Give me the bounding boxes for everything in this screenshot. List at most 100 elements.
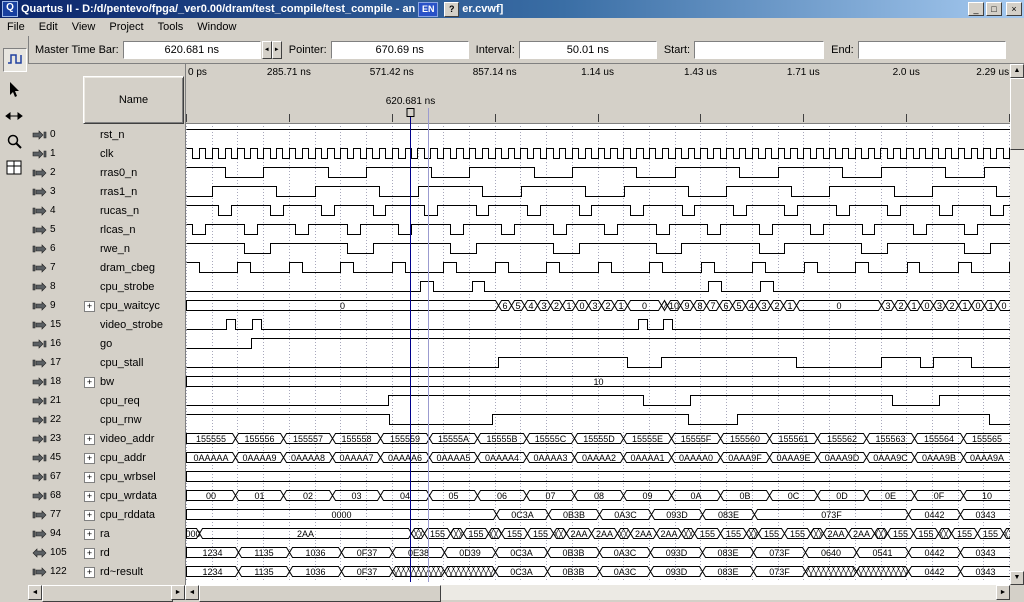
svg-text:155555: 155555 (196, 434, 226, 444)
menu-item-file[interactable]: File (0, 19, 32, 35)
signal-row-cpu_stall[interactable]: 17cpu_stall (28, 354, 185, 373)
expand-button[interactable]: + (84, 567, 95, 578)
signal-row-go[interactable]: 16go (28, 335, 185, 354)
signal-row-cpu_waitcyc[interactable]: 9+cpu_waitcyc (28, 297, 185, 316)
expand-button[interactable]: + (84, 377, 95, 388)
svg-text:0D39: 0D39 (459, 548, 481, 558)
svg-text:2AA: 2AA (827, 529, 844, 539)
wave-scroll-thumb[interactable] (199, 585, 441, 602)
scroll-down-button[interactable]: ▼ (1010, 571, 1024, 585)
interval-tool-button[interactable] (3, 106, 25, 128)
signal-name: cpu_stall (100, 357, 143, 369)
signal-row-ra[interactable]: 94+ra (28, 525, 185, 544)
signal-row-rd~result[interactable]: 122+rd~result (28, 563, 185, 582)
close-button[interactable]: × (1006, 2, 1022, 16)
svg-text:073F: 073F (821, 510, 842, 520)
signal-row-rras0_n[interactable]: 2rras0_n (28, 164, 185, 183)
menu-item-edit[interactable]: Edit (32, 19, 65, 35)
signal-row-cpu_addr[interactable]: 45+cpu_addr (28, 449, 185, 468)
signal-index: 105 (50, 547, 67, 558)
signal-row-dram_cbeg[interactable]: 7dram_cbeg (28, 259, 185, 278)
expand-button[interactable]: + (84, 548, 95, 559)
svg-text:0AAA9C: 0AAA9C (873, 453, 908, 463)
expand-button[interactable]: + (84, 529, 95, 540)
wave-scroll-right-button[interactable]: ► (996, 585, 1010, 600)
in-pin-icon (32, 453, 47, 464)
language-indicator[interactable]: EN (418, 2, 438, 17)
svg-text:155: 155 (700, 529, 715, 539)
full-view-tool-button[interactable] (3, 158, 25, 180)
signal-index: 4 (50, 205, 56, 216)
end-field[interactable] (858, 41, 1006, 59)
expand-button[interactable]: + (84, 472, 95, 483)
name-scroll-right-button[interactable]: ► (171, 585, 185, 600)
start-field[interactable] (694, 41, 824, 59)
signal-row-rwe_n[interactable]: 6rwe_n (28, 240, 185, 259)
signal-row-rst_n[interactable]: 0rst_n (28, 126, 185, 145)
signal-index: 9 (50, 300, 56, 311)
svg-text:285.71 ns: 285.71 ns (267, 67, 311, 78)
expand-button[interactable]: + (84, 491, 95, 502)
menu-item-project[interactable]: Project (102, 19, 150, 35)
signal-row-cpu_wrdata[interactable]: 68+cpu_wrdata (28, 487, 185, 506)
menu-item-view[interactable]: View (65, 19, 103, 35)
signal-index: 3 (50, 186, 56, 197)
signal-row-bw[interactable]: 18+bw (28, 373, 185, 392)
signal-row-video_addr[interactable]: 23+video_addr (28, 430, 185, 449)
signal-row-rras1_n[interactable]: 3rras1_n (28, 183, 185, 202)
help-icon[interactable]: ? (444, 2, 459, 17)
in-pin-icon (32, 491, 47, 502)
signal-name: go (100, 338, 112, 350)
svg-text:0C3A: 0C3A (510, 548, 533, 558)
waveform-edit-button[interactable] (3, 48, 27, 72)
app-icon[interactable]: Q (2, 1, 18, 17)
svg-text:2: 2 (898, 301, 903, 311)
master-time-bar-field[interactable]: 620.681 ns (123, 41, 261, 59)
svg-text:0AAAA7: 0AAAA7 (339, 453, 373, 463)
signal-row-cpu_rddata[interactable]: 77+cpu_rddata (28, 506, 185, 525)
in-pin-icon (32, 130, 47, 141)
signal-row-clk[interactable]: 1clk (28, 145, 185, 164)
spin-left-button[interactable]: ◄ (262, 41, 272, 59)
svg-text:9: 9 (684, 301, 689, 311)
signal-index: 68 (50, 490, 61, 501)
svg-text:00: 00 (206, 491, 216, 501)
menu-item-window[interactable]: Window (190, 19, 243, 35)
zoom-tool-button[interactable] (3, 132, 25, 154)
signal-row-rucas_n[interactable]: 4rucas_n (28, 202, 185, 221)
svg-text:4: 4 (749, 301, 754, 311)
selection-tool-button[interactable] (3, 80, 25, 102)
signal-row-video_strobe[interactable]: 15video_strobe (28, 316, 185, 335)
svg-text:7: 7 (710, 301, 715, 311)
expand-button[interactable]: + (84, 301, 95, 312)
signal-row-cpu_wrbsel[interactable]: 67+cpu_wrbsel (28, 468, 185, 487)
svg-text:0AAAA5: 0AAAA5 (436, 453, 470, 463)
signal-row-cpu_req[interactable]: 21cpu_req (28, 392, 185, 411)
svg-text:2AA: 2AA (660, 529, 677, 539)
name-panel-scrollbar[interactable]: ◄ ► (28, 585, 185, 600)
wave-scroll-left-button[interactable]: ◄ (185, 585, 199, 600)
name-scroll-left-button[interactable]: ◄ (28, 585, 42, 600)
signal-row-rd[interactable]: 105+rd (28, 544, 185, 563)
scroll-up-button[interactable]: ▲ (1010, 64, 1024, 78)
signal-index: 23 (50, 433, 61, 444)
waveform-canvas[interactable]: 0654321032101098765432103210321010101555… (186, 64, 1011, 585)
svg-text:0 ps: 0 ps (188, 67, 207, 78)
svg-text:5: 5 (515, 301, 520, 311)
signal-row-cpu_rnw[interactable]: 22cpu_rnw (28, 411, 185, 430)
waveform-scrollbar[interactable]: ◄ ► (185, 585, 1010, 600)
expand-button[interactable]: + (84, 453, 95, 464)
maximize-button[interactable]: □ (986, 2, 1002, 16)
signal-row-cpu_strobe[interactable]: 8cpu_strobe (28, 278, 185, 297)
menu-item-tools[interactable]: Tools (151, 19, 191, 35)
minimize-button[interactable]: _ (968, 2, 984, 16)
svg-text:0A3C: 0A3C (614, 510, 637, 520)
vertical-scrollbar[interactable]: ▲ ▼ (1010, 64, 1024, 585)
signal-row-rlcas_n[interactable]: 5rlcas_n (28, 221, 185, 240)
name-scroll-thumb[interactable] (42, 585, 173, 602)
expand-button[interactable]: + (84, 434, 95, 445)
expand-button[interactable]: + (84, 510, 95, 521)
spin-right-button[interactable]: ► (272, 41, 282, 59)
svg-text:1: 1 (911, 301, 916, 311)
vertical-scroll-thumb[interactable] (1010, 78, 1024, 150)
